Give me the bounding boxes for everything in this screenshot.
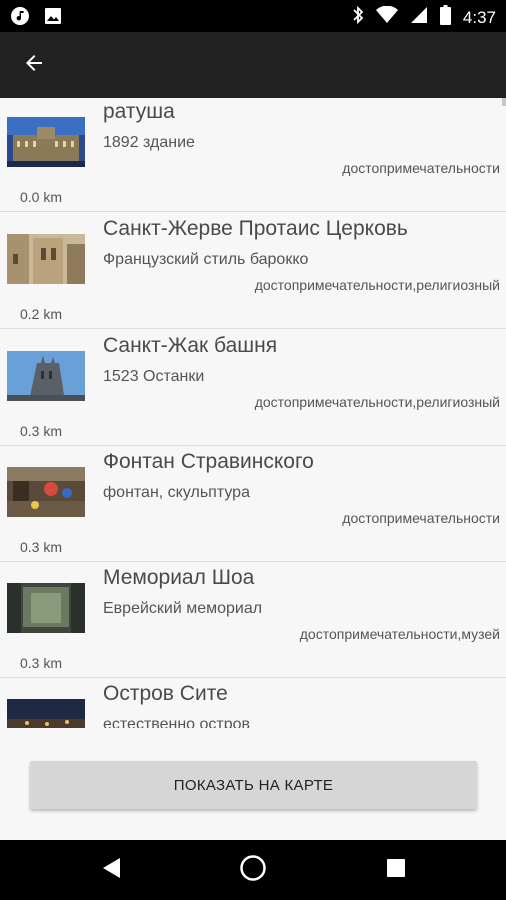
list-item[interactable]: Остров Сите естественно остров [0,678,506,728]
place-categories: достопримечательности [342,160,500,176]
place-name: Санкт-Жак башня [103,334,278,357]
back-triangle-icon [102,857,122,884]
island-icon [7,699,85,728]
place-description: Французский стиль барокко [103,251,309,268]
list-item[interactable]: Мемориал Шоа Еврейский мемориал достопри… [0,562,506,678]
church-icon [7,234,85,284]
place-distance: 0.2 km [20,306,63,322]
tower-icon [7,351,85,401]
scrollbar[interactable] [502,98,506,106]
signal-icon [410,6,428,29]
place-description: Еврейский мемориал [103,600,263,617]
home-circle-icon [239,854,267,887]
show-map-button[interactable]: ПОКАЗАТЬ НА КАРТЕ [30,761,477,809]
place-name: ратуша [103,100,175,123]
places-list[interactable]: ратуша 1892 здание достопримечательности… [0,98,506,728]
place-categories: достопримечательности,религиозный [254,394,500,410]
nav-home-button[interactable] [237,854,269,886]
nav-recents-button[interactable] [380,854,412,886]
place-description: естественно остров [103,716,251,728]
nav-bar [0,840,506,900]
place-description: фонтан, скульптура [103,484,250,501]
arrow-left-icon [22,51,46,80]
list-item[interactable]: Санкт-Жерве Протаис Церковь Французский … [0,213,506,329]
place-name: Остров Сите [103,682,228,705]
place-name: Санкт-Жерве Протаис Церковь [103,217,408,240]
building-icon [7,117,85,167]
status-bar: 4:37 [0,0,506,32]
place-categories: достопримечательности,религиозный [254,277,500,293]
list-item[interactable]: Фонтан Стравинского фонтан, скульптура д… [0,446,506,562]
wifi-icon [375,5,398,29]
image-icon [44,7,62,30]
memorial-icon [7,583,85,633]
place-name: Мемориал Шоа [103,566,255,589]
bluetooth-icon [352,5,364,30]
recents-square-icon [387,858,405,882]
place-name: Фонтан Стравинского [103,450,314,473]
battery-icon [439,5,451,30]
content-area: ратуша 1892 здание достопримечательности… [0,98,506,840]
place-distance: 0.3 km [20,423,63,439]
place-distance: 0.3 km [20,655,63,671]
list-item[interactable]: ратуша 1892 здание достопримечательности… [0,98,506,212]
status-time: 4:37 [462,7,496,27]
nav-back-button[interactable] [96,854,128,886]
place-distance: 0.3 km [20,539,63,555]
place-description: 1892 здание [103,134,195,151]
back-button[interactable] [18,49,50,81]
place-categories: достопримечательности [342,510,500,526]
place-categories: достопримечательности,музей [299,626,500,642]
place-distance: 0.0 km [20,189,63,205]
fountain-icon [7,467,85,517]
app-bar [0,32,506,98]
music-note-icon [10,6,30,31]
place-description: 1523 Останки [103,368,205,385]
list-item[interactable]: Санкт-Жак башня 1523 Останки достопримеч… [0,330,506,446]
